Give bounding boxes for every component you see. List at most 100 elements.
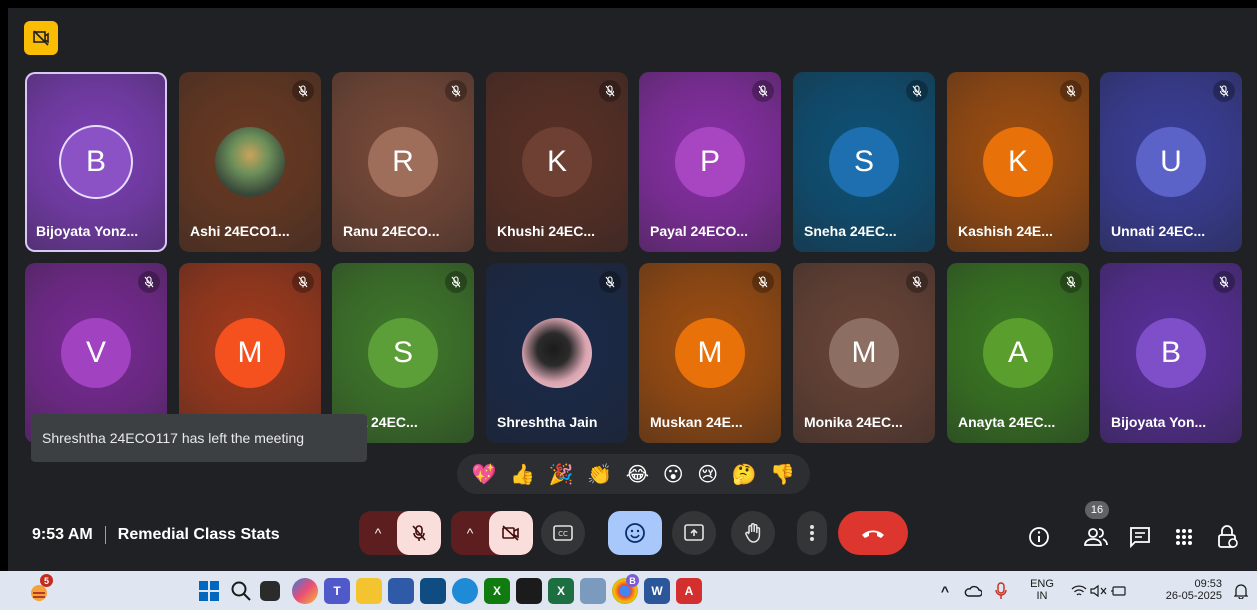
mic-off-button[interactable] xyxy=(397,511,441,555)
participant-tile[interactable]: P Payal 24ECO... xyxy=(639,72,781,252)
chat-button[interactable] xyxy=(1126,523,1154,551)
host-controls-button[interactable] xyxy=(1214,523,1242,551)
participant-tile[interactable]: K Kashish 24E... xyxy=(947,72,1089,252)
mic-muted-icon xyxy=(1060,271,1082,293)
participant-tile[interactable]: S Sneha 24EC... xyxy=(793,72,935,252)
weather-badge: 5 xyxy=(40,574,53,587)
participant-photo-avatar xyxy=(522,318,592,388)
copilot-icon[interactable] xyxy=(292,578,318,604)
meeting-info: 9:53 AM Remedial Class Stats xyxy=(32,526,280,544)
battery-icon[interactable] xyxy=(1106,578,1132,604)
acrobat-reader-icon[interactable]: A xyxy=(676,578,702,604)
reactions-bar: 💖 👍 🎉 👏 😂 😮 😢 🤔 👎 xyxy=(457,454,810,494)
mic-muted-icon xyxy=(445,271,467,293)
xbox-icon[interactable]: X xyxy=(484,578,510,604)
participant-tile[interactable]: B Bijoyata Yon... xyxy=(1100,263,1242,443)
mic-options-chevron-up-icon[interactable]: ^ xyxy=(359,511,397,555)
notifications-bell-icon[interactable] xyxy=(1228,578,1254,604)
meeting-details-button[interactable] xyxy=(1025,523,1053,551)
chrome-profile-badge: B xyxy=(626,574,639,587)
reactions-button[interactable] xyxy=(608,511,662,555)
smile-icon xyxy=(625,523,645,543)
captions-button[interactable]: CC xyxy=(541,511,585,555)
reaction-emoji[interactable]: 👎 xyxy=(770,462,795,487)
participant-name: Ashi 24ECO1... xyxy=(190,223,290,239)
more-options-button[interactable] xyxy=(797,511,827,555)
reaction-emoji[interactable]: 😮 xyxy=(663,462,684,487)
excel-icon[interactable]: X xyxy=(548,578,574,604)
reaction-emoji[interactable]: 👏 xyxy=(587,462,612,487)
participant-tile[interactable]: M Muskan 24E... xyxy=(639,263,781,443)
participant-initial-avatar: K xyxy=(522,127,592,197)
mic-off-icon xyxy=(412,525,426,541)
present-screen-icon xyxy=(684,524,704,541)
participant-initial-avatar: P xyxy=(675,127,745,197)
mic-muted-icon xyxy=(1213,80,1235,102)
raise-hand-button[interactable] xyxy=(731,511,775,555)
participant-tile[interactable]: Shreshtha Jain xyxy=(486,263,628,443)
people-button[interactable] xyxy=(1082,523,1110,551)
participant-tile[interactable]: M Monika 24EC... xyxy=(793,263,935,443)
word-icon[interactable]: W xyxy=(644,578,670,604)
participant-name: Payal 24ECO... xyxy=(650,223,749,239)
camera-options-chevron-up-icon[interactable]: ^ xyxy=(451,511,489,555)
mic-muted-icon xyxy=(1060,80,1082,102)
reaction-emoji[interactable]: 👍 xyxy=(510,462,535,487)
participant-name: Khushi 24EC... xyxy=(497,223,596,239)
participant-name: Ranu 24ECO... xyxy=(343,223,440,239)
participant-tile[interactable]: R Ranu 24ECO... xyxy=(332,72,474,252)
reaction-emoji[interactable]: 💖 xyxy=(472,462,497,487)
weather-widget-icon[interactable]: 5 xyxy=(26,574,53,604)
chrome-browser-icon[interactable]: B xyxy=(612,574,639,604)
activities-button[interactable] xyxy=(1170,523,1198,551)
mic-control-group: ^ xyxy=(359,511,441,555)
participant-name: Anayta 24EC... xyxy=(958,414,1056,430)
mic-muted-icon xyxy=(752,271,774,293)
reaction-emoji[interactable]: 🎉 xyxy=(549,462,574,487)
participant-name: Bijoyata Yon... xyxy=(1111,414,1207,430)
participant-name: Shreshtha Jain xyxy=(497,414,598,430)
show-hidden-icons-chevron-up-icon[interactable]: ^ xyxy=(932,578,958,604)
file-explorer-icon[interactable] xyxy=(356,578,382,604)
start-menu-icon[interactable] xyxy=(196,578,222,604)
participant-initial-avatar: M xyxy=(675,318,745,388)
participant-name: Unnati 24EC... xyxy=(1111,223,1206,239)
onedrive-icon[interactable] xyxy=(960,578,986,604)
task-view-icon[interactable] xyxy=(260,581,280,601)
participant-tile[interactable]: Ashi 24ECO1... xyxy=(179,72,321,252)
input-language[interactable]: ENG IN xyxy=(1028,578,1056,602)
photos-app-icon[interactable] xyxy=(580,578,606,604)
participant-tile[interactable]: B Bijoyata Yonz... xyxy=(25,72,167,252)
reaction-emoji[interactable]: 🤔 xyxy=(732,462,757,487)
toast-notification: Shreshtha 24ECO117 has left the meeting xyxy=(31,414,367,462)
meeting-time: 9:53 AM xyxy=(32,526,93,543)
edge-browser-icon[interactable] xyxy=(452,578,478,604)
reaction-emoji[interactable]: 😂 xyxy=(626,462,649,487)
teams-icon[interactable]: T xyxy=(324,578,350,604)
participant-tile[interactable]: A Anayta 24EC... xyxy=(947,263,1089,443)
divider xyxy=(104,526,106,544)
search-icon[interactable] xyxy=(228,578,254,604)
mic-muted-icon xyxy=(752,80,774,102)
system-clock[interactable]: 09:53 26-05-2025 xyxy=(1150,578,1222,602)
reaction-emoji[interactable]: 😢 xyxy=(697,462,718,487)
leave-call-button[interactable] xyxy=(838,511,908,555)
no-video-badge-icon[interactable] xyxy=(24,21,58,55)
participant-initial-avatar: V xyxy=(61,318,131,388)
end-call-icon xyxy=(862,530,884,538)
toast-text: Shreshtha 24ECO117 has left the meeting xyxy=(42,430,305,446)
mail-icon[interactable] xyxy=(420,578,446,604)
media-app-icon[interactable] xyxy=(516,578,542,604)
participant-tile[interactable]: U Unnati 24EC... xyxy=(1100,72,1242,252)
chat-icon xyxy=(1130,527,1150,548)
microsoft-store-icon[interactable] xyxy=(388,578,414,604)
present-button[interactable] xyxy=(672,511,716,555)
participant-name: Monika 24EC... xyxy=(804,414,903,430)
camera-off-button[interactable] xyxy=(489,511,533,555)
info-icon xyxy=(1029,527,1049,547)
participant-initial-avatar: K xyxy=(983,127,1053,197)
microphone-icon[interactable] xyxy=(988,578,1014,604)
participant-initial-avatar: M xyxy=(215,318,285,388)
participant-tile[interactable]: K Khushi 24EC... xyxy=(486,72,628,252)
clock-time: 09:53 xyxy=(1194,578,1222,590)
